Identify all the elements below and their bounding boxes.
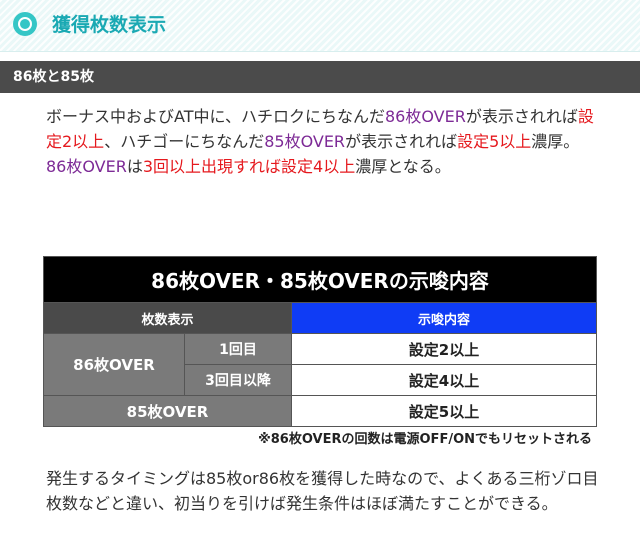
intro-text: 、ハチゴーにちなんだ <box>104 132 265 151</box>
hint-value-cell: 設定5以上 <box>290 395 598 427</box>
page-header: 獲得枚数表示 <box>0 0 640 52</box>
intro-text: 濃厚となる。 <box>355 157 451 176</box>
outro-paragraph: 発生するタイミングは85枚or86枚を獲得した時なので、よくある三桁ゾロ目枚数な… <box>46 469 599 513</box>
highlight-85-over: 85枚OVER <box>264 132 346 151</box>
intro-text: が表示されれば <box>345 132 458 151</box>
hint-value-cell: 設定2以上 <box>290 333 598 365</box>
highlight-setting-5: 設定5以上 <box>457 132 532 151</box>
section-header: 86枚と85枚 <box>0 61 640 93</box>
table-header-display: 枚数表示 <box>43 302 292 334</box>
count-cell: 3回目以降 <box>184 364 292 396</box>
intro-text: 濃厚。 <box>531 132 580 151</box>
hint-value-cell: 設定4以上 <box>290 364 598 396</box>
table-note: ※86枚OVERの回数は電源OFF/ONでもリセットされる <box>258 432 592 447</box>
page-title: 獲得枚数表示 <box>52 14 167 36</box>
section-title: 86枚と85枚 <box>13 69 94 85</box>
intro-text: は <box>126 157 143 176</box>
category-cell: 86枚OVER <box>43 333 185 396</box>
table-title: 86枚OVER・85枚OVERの示唆内容 <box>42 256 598 303</box>
table-header-hint: 示唆内容 <box>290 302 598 334</box>
hint-table: 86枚OVER・85枚OVERの示唆内容 枚数表示 示唆内容 86枚OVER 1… <box>42 256 598 427</box>
highlight-three-times: 3回以上出現すれば設定4以上 <box>142 157 356 176</box>
highlight-86-over: 86枚OVER <box>46 157 127 176</box>
table-row: 86枚OVER 1回目 設定2以上 <box>43 333 598 396</box>
table-row: 85枚OVER 設定5以上 <box>43 395 598 427</box>
intro-paragraph: ボーナス中およびAT中に、ハチロクにちなんだ86枚OVERが表示されれば設定2以… <box>46 104 606 179</box>
circle-bullet-icon <box>13 12 37 36</box>
count-cell: 1回目 <box>184 333 292 365</box>
intro-text: が表示されれば <box>465 107 578 126</box>
highlight-86-over: 86枚OVER <box>385 107 466 126</box>
category-cell: 85枚OVER <box>43 395 292 427</box>
intro-text: ボーナス中およびAT中に、ハチロクにちなんだ <box>46 107 385 126</box>
